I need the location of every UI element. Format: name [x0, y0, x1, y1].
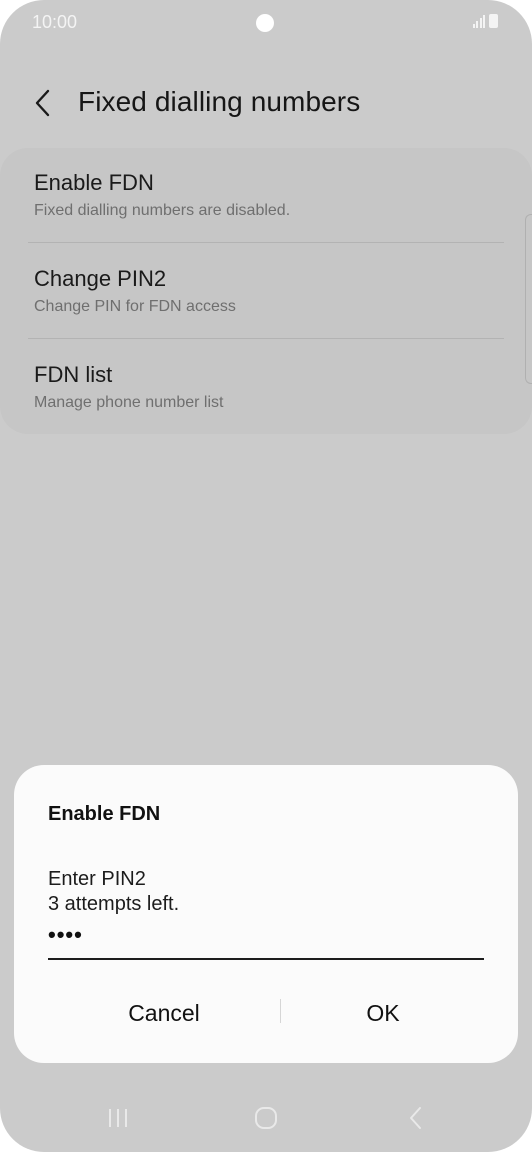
enable-fdn-dialog: Enable FDN Enter PIN2 3 attempts left. •… — [14, 765, 518, 1063]
status-icons — [472, 14, 498, 28]
setting-change-pin2[interactable]: Change PIN2 Change PIN for FDN access — [34, 266, 504, 316]
scrollbar[interactable] — [525, 214, 532, 384]
setting-subtitle: Change PIN for FDN access — [34, 298, 236, 315]
setting-subtitle: Fixed dialling numbers are disabled. — [34, 202, 291, 219]
front-camera — [256, 14, 274, 32]
battery-icon — [489, 14, 498, 28]
phone-screen: 10:00 Fixed dialling numbers Enable FDN … — [0, 0, 532, 1152]
setting-fdn-list[interactable]: FDN list Manage phone number list — [34, 362, 504, 412]
page-title: Fixed dialling numbers — [78, 86, 361, 117]
setting-title: Change PIN2 — [34, 266, 167, 291]
setting-title: FDN list — [34, 362, 113, 387]
dialog-message-line: 3 attempts left. — [48, 893, 180, 915]
dialog-message: Enter PIN2 3 attempts left. — [48, 867, 179, 917]
setting-enable-fdn[interactable]: Enable FDN Fixed dialling numbers are di… — [34, 170, 504, 220]
setting-title: Enable FDN — [34, 170, 154, 195]
status-time: 10:00 — [32, 12, 78, 32]
recent-apps-icon[interactable] — [100, 1096, 136, 1140]
dialog-title: Enable FDN — [48, 803, 161, 825]
pin2-input[interactable]: •••• — [48, 920, 484, 960]
ok-button[interactable]: OK — [272, 985, 494, 1041]
setting-subtitle: Manage phone number list — [34, 394, 224, 411]
back-chevron-icon[interactable] — [30, 88, 58, 118]
signal-icon — [472, 14, 485, 28]
home-icon[interactable] — [248, 1096, 284, 1140]
settings-card: Enable FDN Fixed dialling numbers are di… — [0, 148, 532, 434]
dialog-message-line: Enter PIN2 — [48, 868, 146, 890]
divider — [28, 242, 504, 243]
divider — [28, 338, 504, 339]
cancel-button[interactable]: Cancel — [54, 985, 274, 1041]
back-icon[interactable] — [398, 1096, 434, 1140]
